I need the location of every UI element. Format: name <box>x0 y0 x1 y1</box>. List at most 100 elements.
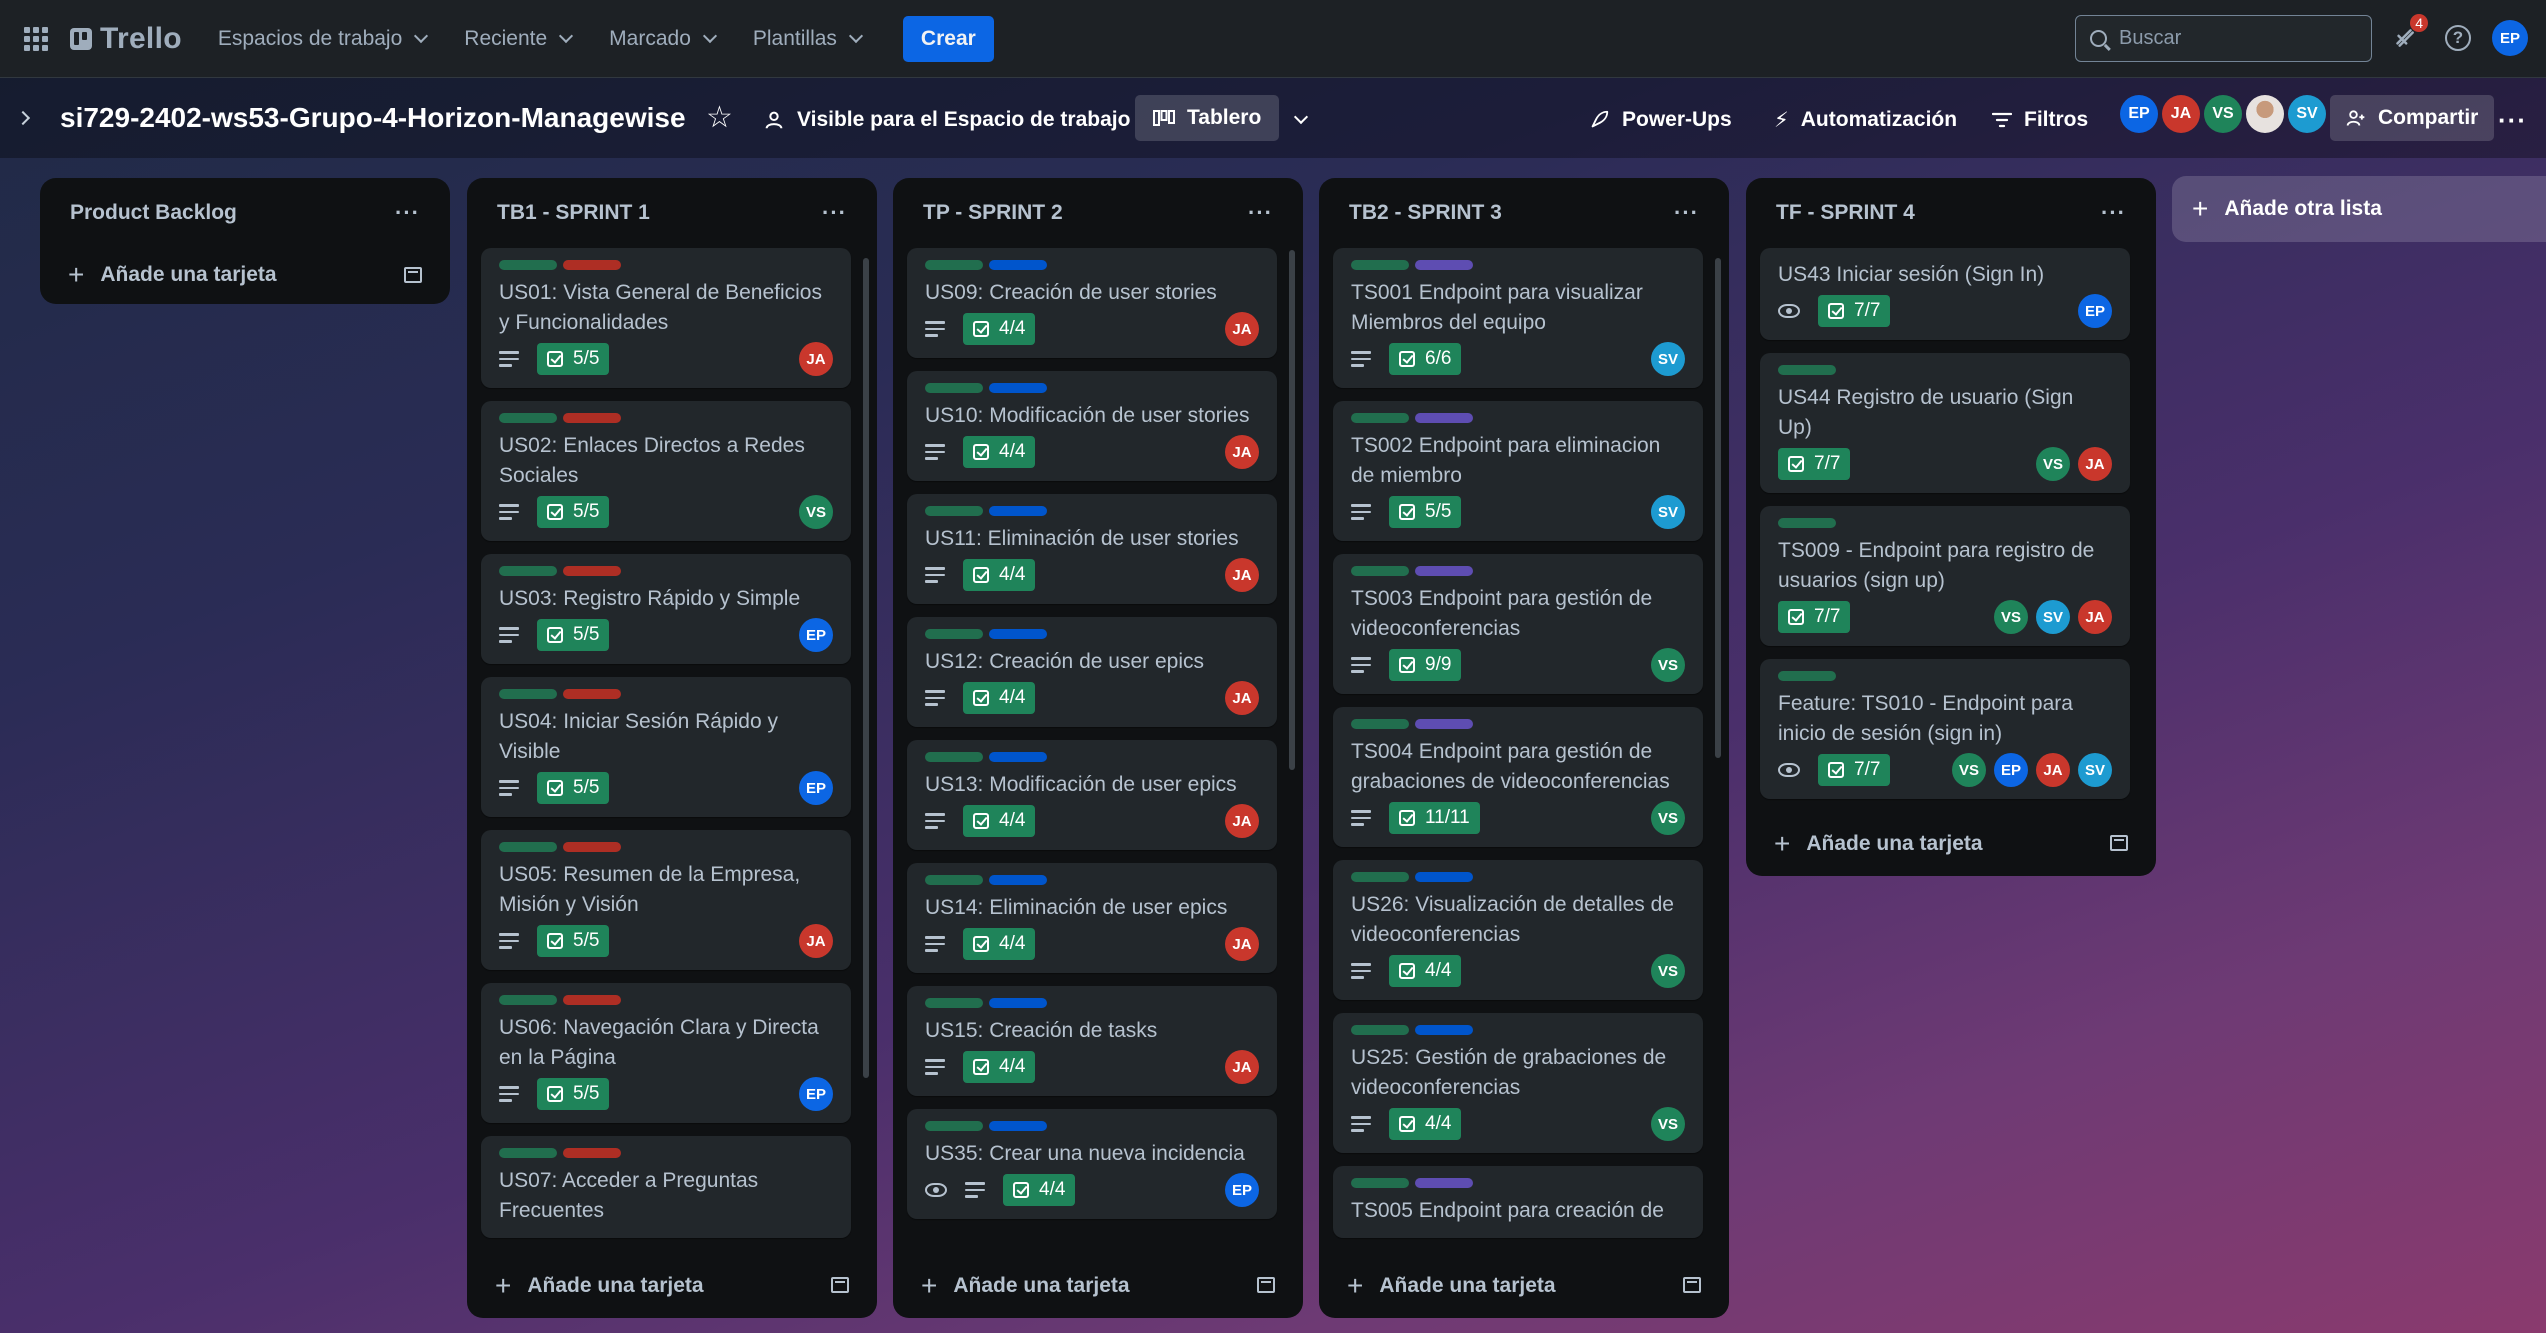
avatar[interactable]: JA <box>2036 753 2070 787</box>
card[interactable]: US04: Iniciar Sesión Rápido y Visible 5/5… <box>481 677 851 817</box>
label-green[interactable] <box>925 752 983 762</box>
card-template-icon[interactable] <box>404 267 422 283</box>
label-green[interactable] <box>1351 566 1409 576</box>
avatar[interactable]: JA <box>1225 558 1259 592</box>
card[interactable]: US03: Registro Rápido y Simple 5/5 EP <box>481 554 851 664</box>
label-blue[interactable] <box>989 998 1047 1008</box>
label-green[interactable] <box>499 689 557 699</box>
card[interactable]: TS005 Endpoint para creación de <box>1333 1166 1703 1238</box>
board-view-button[interactable]: Tablero <box>1135 95 1280 141</box>
add-card-button[interactable]: + Añade una tarjeta <box>893 1258 1303 1314</box>
avatar[interactable]: VS <box>2204 95 2242 133</box>
label-green[interactable] <box>1351 413 1409 423</box>
list-menu-button[interactable]: ··· <box>1248 200 1273 226</box>
card[interactable]: US44 Registro de usuario (Sign Up) 7/7 VS J… <box>1760 353 2130 493</box>
label-green[interactable] <box>925 998 983 1008</box>
avatar[interactable]: EP <box>799 618 833 652</box>
card[interactable]: US11: Eliminación de user stories 4/4 JA <box>907 494 1277 604</box>
label-red[interactable] <box>563 842 621 852</box>
label-green[interactable] <box>499 260 557 270</box>
label-green[interactable] <box>1351 719 1409 729</box>
avatar[interactable]: EP <box>799 1077 833 1111</box>
powerups-button[interactable]: Power-Ups <box>1588 100 1732 140</box>
avatar[interactable]: VS <box>1952 753 1986 787</box>
label-green[interactable] <box>499 842 557 852</box>
label-green[interactable] <box>925 1121 983 1131</box>
label-red[interactable] <box>563 1148 621 1158</box>
avatar[interactable]: EP <box>2120 95 2158 133</box>
label-green[interactable] <box>1351 872 1409 882</box>
label-purple[interactable] <box>1415 413 1473 423</box>
card[interactable]: TS002 Endpoint para eliminacion de miemb… <box>1333 401 1703 541</box>
list-title[interactable]: TP - SPRINT 2 <box>923 201 1063 225</box>
avatar[interactable]: SV <box>2078 753 2112 787</box>
add-card-button[interactable]: + Añade una tarjeta <box>467 1258 877 1314</box>
label-red[interactable] <box>563 689 621 699</box>
filters-button[interactable]: Filtros <box>1992 100 2088 140</box>
avatar-photo[interactable] <box>2246 95 2284 133</box>
app-switcher-button[interactable] <box>16 19 56 59</box>
avatar[interactable]: SV <box>1651 342 1685 376</box>
label-blue[interactable] <box>989 875 1047 885</box>
avatar[interactable]: JA <box>2078 600 2112 634</box>
list-title[interactable]: TB1 - SPRINT 1 <box>497 201 650 225</box>
label-green[interactable] <box>1351 1178 1409 1188</box>
label-green[interactable] <box>1351 1025 1409 1035</box>
label-green[interactable] <box>925 260 983 270</box>
card[interactable]: US09: Creación de user stories 4/4 JA <box>907 248 1277 358</box>
account-menu-button[interactable]: EP <box>2492 20 2528 56</box>
avatar[interactable]: VS <box>2036 447 2070 481</box>
avatar[interactable]: EP <box>2078 294 2112 328</box>
card[interactable]: Feature: TS010 - Endpoint para inicio de… <box>1760 659 2130 799</box>
nav-starred-menu[interactable]: Marcado <box>595 17 729 61</box>
label-blue[interactable] <box>989 752 1047 762</box>
avatar[interactable]: EP <box>799 771 833 805</box>
card[interactable]: US02: Enlaces Directos a Redes Sociales 5… <box>481 401 851 541</box>
avatar[interactable]: EP <box>1225 1173 1259 1207</box>
avatar[interactable]: JA <box>1225 681 1259 715</box>
avatar[interactable]: JA <box>1225 312 1259 346</box>
add-card-button[interactable]: + Añade una tarjeta <box>40 248 450 302</box>
card-template-icon[interactable] <box>1683 1277 1701 1293</box>
label-green[interactable] <box>1778 365 1836 375</box>
avatar[interactable]: SV <box>2036 600 2070 634</box>
label-red[interactable] <box>563 260 621 270</box>
avatar[interactable]: VS <box>1651 1107 1685 1141</box>
label-green[interactable] <box>499 566 557 576</box>
avatar[interactable]: JA <box>1225 435 1259 469</box>
avatar[interactable]: EP <box>1994 753 2028 787</box>
label-green[interactable] <box>925 875 983 885</box>
label-green[interactable] <box>1778 671 1836 681</box>
card[interactable]: US05: Resumen de la Empresa, Misión y Vi… <box>481 830 851 970</box>
star-icon[interactable]: ☆ <box>706 100 733 135</box>
card[interactable]: US07: Acceder a Preguntas Frecuentes <box>481 1136 851 1238</box>
card[interactable]: US15: Creación de tasks 4/4 JA <box>907 986 1277 1096</box>
automation-button[interactable]: ⚡ Automatización <box>1774 100 1957 140</box>
label-blue[interactable] <box>1415 1025 1473 1035</box>
card[interactable]: US25: Gestión de grabaciones de videocon… <box>1333 1013 1703 1153</box>
card[interactable]: TS003 Endpoint para gestión de videoconf… <box>1333 554 1703 694</box>
avatar[interactable]: VS <box>1651 801 1685 835</box>
avatar[interactable]: JA <box>2078 447 2112 481</box>
card[interactable]: US13: Modificación de user epics 4/4 JA <box>907 740 1277 850</box>
label-green[interactable] <box>925 383 983 393</box>
card[interactable]: US35: Crear una nueva incidencia 4/4 EP <box>907 1109 1277 1219</box>
card-template-icon[interactable] <box>2110 835 2128 851</box>
avatar[interactable]: JA <box>1225 804 1259 838</box>
card[interactable]: US01: Vista General de Beneficios y Func… <box>481 248 851 388</box>
avatar[interactable]: VS <box>1994 600 2028 634</box>
label-blue[interactable] <box>989 260 1047 270</box>
create-button[interactable]: Crear <box>902 15 994 62</box>
label-purple[interactable] <box>1415 1178 1473 1188</box>
label-red[interactable] <box>563 995 621 1005</box>
board-title[interactable]: si729-2402-ws53-Grupo-4-Horizon-Managewi… <box>60 102 686 134</box>
card[interactable]: US10: Modificación de user stories 4/4 JA <box>907 371 1277 481</box>
label-purple[interactable] <box>1415 566 1473 576</box>
nav-recent-menu[interactable]: Reciente <box>450 17 585 61</box>
label-green[interactable] <box>1778 518 1836 528</box>
list-menu-button[interactable]: ··· <box>822 200 847 226</box>
label-blue[interactable] <box>989 629 1047 639</box>
label-purple[interactable] <box>1415 260 1473 270</box>
nav-templates-menu[interactable]: Plantillas <box>739 17 875 61</box>
avatar[interactable]: JA <box>1225 927 1259 961</box>
